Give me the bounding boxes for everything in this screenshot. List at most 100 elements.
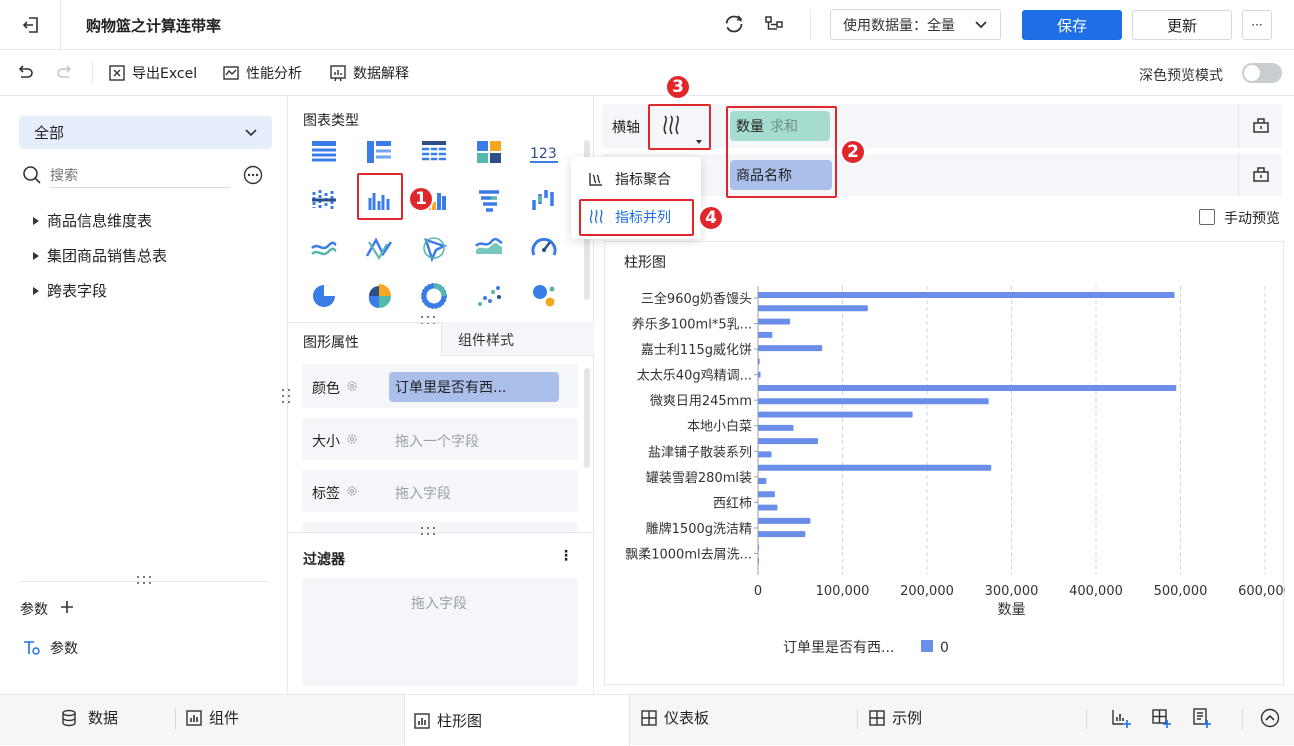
bar[interactable] — [758, 371, 761, 378]
scrollbar[interactable] — [584, 368, 590, 468]
x-tick-label: 400,000 — [1069, 584, 1123, 599]
bar[interactable] — [758, 292, 1175, 298]
waterfall-chart-icon[interactable] — [526, 182, 562, 218]
bubble-chart-icon[interactable] — [526, 278, 562, 314]
dark-preview-label: 深色预览模式 — [1139, 68, 1223, 84]
manual-preview-checkbox[interactable] — [1199, 209, 1215, 225]
tab-components[interactable]: 组件 — [185, 707, 239, 728]
bar[interactable] — [758, 504, 778, 511]
tree-item-sales-summary[interactable]: 集团商品销售总表 — [33, 245, 167, 266]
field-settings-icon[interactable] — [1251, 164, 1271, 184]
more-button[interactable]: ··· — [1242, 10, 1272, 40]
bar[interactable] — [758, 331, 773, 338]
drag-handle-icon[interactable] — [134, 574, 154, 586]
bar[interactable] — [758, 398, 989, 405]
scatter-chart-icon[interactable] — [471, 278, 507, 314]
tab-bar-chart[interactable]: 柱形图 — [404, 695, 630, 746]
divider — [60, 0, 61, 50]
tab-example[interactable]: 示例 — [868, 707, 922, 728]
bar[interactable] — [758, 491, 775, 498]
detail-table-icon[interactable] — [416, 134, 452, 170]
rose-chart-icon[interactable] — [361, 278, 397, 314]
more-options-icon[interactable] — [243, 165, 263, 185]
gauge-chart-icon[interactable] — [526, 230, 562, 266]
undo-icon[interactable] — [15, 63, 35, 83]
divider — [1242, 709, 1243, 729]
pulse-chart-icon — [222, 64, 240, 82]
bar[interactable] — [758, 544, 759, 551]
table-chart-icon[interactable] — [306, 134, 342, 170]
add-dashboard-icon[interactable] — [1150, 707, 1172, 729]
dot-plot-icon[interactable] — [306, 182, 342, 218]
ring-chart-icon[interactable] — [416, 278, 452, 314]
tree-item-label: 商品信息维度表 — [47, 212, 153, 230]
dark-preview-toggle[interactable] — [1242, 63, 1282, 83]
bar[interactable] — [758, 411, 913, 418]
tree-item-product-info[interactable]: 商品信息维度表 — [33, 210, 152, 231]
gear-icon[interactable] — [346, 380, 358, 392]
drag-handle-vertical-icon[interactable] — [280, 386, 292, 406]
label-property-row[interactable]: 标签 拖入字段 — [302, 470, 578, 512]
add-component-icon[interactable] — [1110, 707, 1132, 729]
add-param-icon[interactable] — [59, 599, 75, 615]
bar[interactable] — [758, 345, 823, 352]
bar[interactable] — [758, 557, 759, 564]
performance-analysis-label: 性能分析 — [246, 66, 302, 82]
collapse-up-icon[interactable] — [1260, 708, 1280, 728]
data-explain-button[interactable]: 数据解释 — [329, 63, 409, 83]
tab-graphic-props[interactable]: 图形属性 — [303, 332, 359, 352]
menu-item-metric-aggregate[interactable]: 指标聚合 — [571, 161, 701, 197]
search-input[interactable] — [50, 164, 230, 188]
bar[interactable] — [758, 305, 868, 312]
export-excel-button[interactable]: 导出Excel — [108, 63, 197, 83]
flow-map-icon[interactable] — [416, 230, 452, 266]
data-amount-select[interactable]: 使用数据量：全量 — [830, 9, 1001, 40]
stacked-area-icon[interactable] — [471, 230, 507, 266]
gear-icon[interactable] — [346, 433, 358, 445]
exit-icon[interactable] — [20, 14, 42, 36]
field-settings-icon[interactable] — [1251, 115, 1271, 135]
tree-item-cross-table[interactable]: 跨表字段 — [33, 280, 107, 301]
gear-icon[interactable] — [346, 485, 358, 497]
radar-chart-icon[interactable] — [361, 230, 397, 266]
funnel-chart-icon[interactable] — [471, 182, 507, 218]
area-chart-icon[interactable] — [306, 230, 342, 266]
drag-handle-icon[interactable] — [418, 314, 438, 326]
pie-chart-icon[interactable] — [306, 278, 342, 314]
add-report-icon[interactable] — [1190, 707, 1212, 729]
bar[interactable] — [758, 464, 992, 471]
bar[interactable] — [758, 451, 772, 458]
bar[interactable] — [758, 478, 767, 484]
update-button[interactable]: 更新 — [1132, 10, 1232, 40]
legend-entry[interactable]: 0 — [940, 640, 949, 656]
save-button[interactable]: 保存 — [1022, 10, 1122, 40]
kpi-number-icon[interactable]: 123 — [526, 134, 562, 170]
tab-data[interactable]: 数据 — [60, 707, 118, 728]
bar[interactable] — [758, 438, 818, 445]
crosstab-chart-icon[interactable] — [361, 134, 397, 170]
filter-more-icon[interactable]: ⋮ — [559, 548, 573, 564]
bar[interactable] — [758, 358, 760, 365]
color-field-chip[interactable]: 订单里是否有西... — [389, 372, 559, 402]
table-scope-select[interactable]: 全部 — [19, 116, 272, 149]
redo-icon[interactable] — [55, 63, 75, 83]
drag-handle-icon[interactable] — [418, 525, 438, 537]
tab-component-style[interactable]: 组件样式 — [441, 322, 594, 356]
performance-analysis-button[interactable]: 性能分析 — [222, 63, 302, 83]
filter-dropzone[interactable]: 拖入字段 — [302, 578, 578, 686]
bar[interactable] — [758, 517, 811, 524]
refresh-icon[interactable] — [723, 13, 745, 35]
flow-icon[interactable] — [763, 13, 785, 35]
bar[interactable] — [758, 531, 806, 538]
param-item[interactable]: 参数 — [22, 638, 78, 658]
bar[interactable] — [758, 385, 1177, 391]
bar[interactable] — [758, 424, 794, 431]
color-property-row[interactable]: 颜色 订单里是否有西... — [302, 364, 578, 408]
bar[interactable] — [758, 318, 791, 325]
tab-dashboard[interactable]: 仪表板 — [640, 707, 709, 728]
x-axis-label: 横轴 — [612, 120, 640, 136]
tab-label: 组件 — [209, 709, 240, 727]
bar-chart[interactable]: 0 100,000 200,000 300,000 400,000 500,000 600,… — [605, 242, 1285, 686]
size-property-row[interactable]: 大小 拖入一个字段 — [302, 418, 578, 460]
treemap-chart-icon[interactable] — [471, 134, 507, 170]
